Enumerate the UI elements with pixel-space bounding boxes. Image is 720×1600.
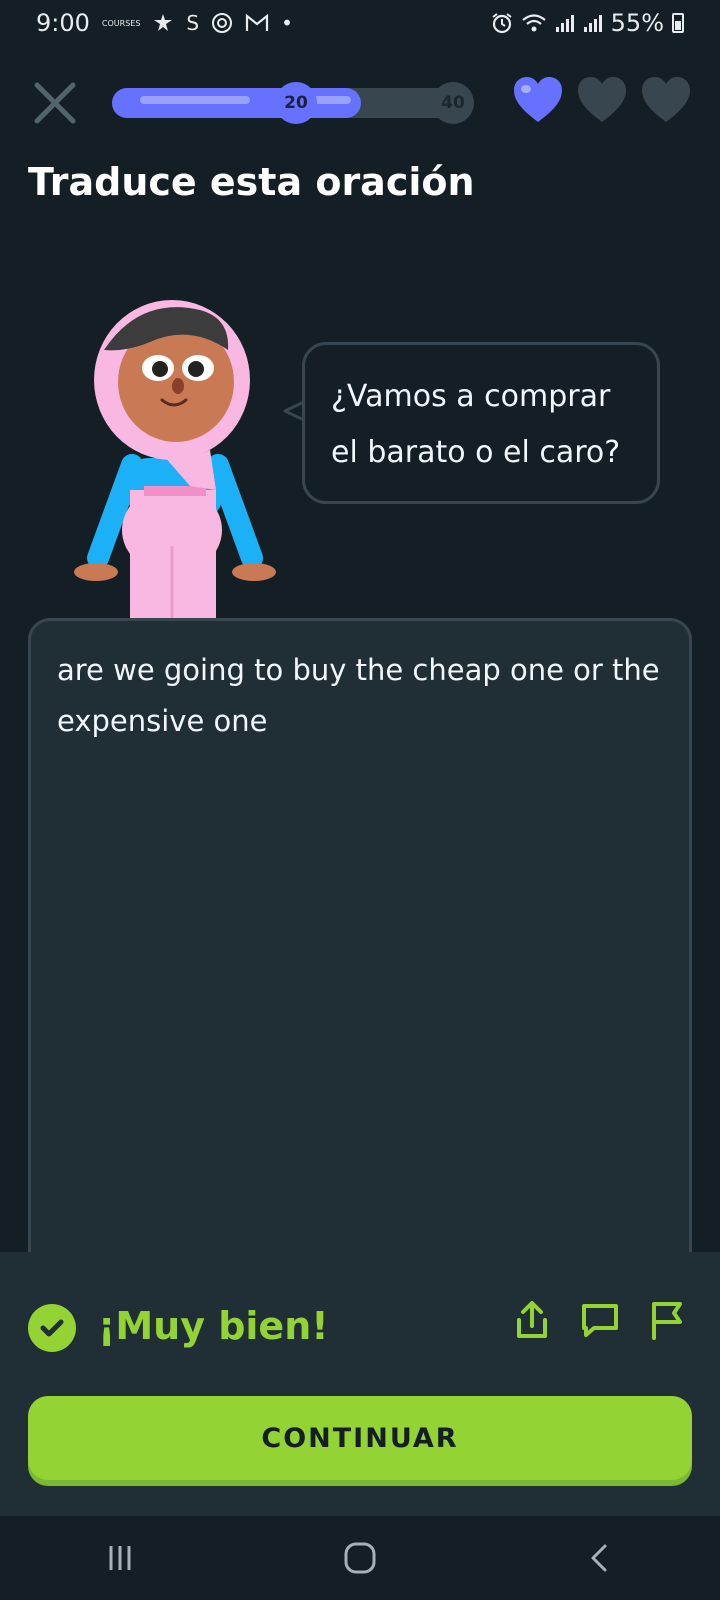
character-illustration — [74, 300, 276, 620]
answer-text-area[interactable]: are we going to buy the cheap one or the… — [28, 618, 692, 1318]
signal-icon — [555, 11, 575, 35]
prompt-text-line: ¿Vamos a comprar — [331, 379, 611, 414]
back-button[interactable] — [560, 1528, 640, 1588]
gmail-icon — [245, 11, 269, 35]
share-button[interactable] — [510, 1298, 554, 1342]
heart-empty-icon — [642, 77, 690, 122]
discuss-button[interactable] — [578, 1298, 622, 1342]
status-time: 9:00 — [36, 9, 90, 37]
flag-icon — [652, 1302, 682, 1340]
chat-icon — [582, 1304, 618, 1337]
home-button[interactable] — [320, 1528, 400, 1588]
status-bar: 9:00 COURSES S • 55% — [0, 0, 720, 46]
check-icon — [28, 1304, 76, 1352]
prompt-text-line: el barato o el caro? — [331, 435, 621, 470]
lesson-header: 20 40 — [0, 72, 720, 132]
answer-text: are we going to buy the cheap one or the… — [57, 653, 660, 738]
battery-icon — [672, 13, 684, 33]
milestone-badge: 40 — [432, 82, 474, 124]
alarm-icon — [491, 11, 513, 35]
signal-icon — [583, 11, 603, 35]
hearts-indicator — [512, 76, 692, 124]
feedback-title: ¡Muy bien! — [98, 1304, 329, 1348]
close-lesson-button[interactable] — [30, 78, 80, 128]
report-button[interactable] — [646, 1298, 690, 1342]
s-icon: S — [186, 11, 200, 35]
status-right: 55% — [491, 9, 684, 37]
system-nav-bar — [0, 1516, 720, 1600]
status-left: 9:00 COURSES S • — [36, 9, 293, 37]
heart-filled-icon — [514, 77, 562, 122]
close-icon — [34, 82, 76, 124]
recent-apps-button[interactable] — [80, 1528, 160, 1588]
back-icon — [591, 1544, 607, 1572]
lesson-progress-bar: 20 40 — [112, 82, 474, 124]
wifi-icon — [521, 11, 547, 35]
swirl-icon — [211, 11, 233, 35]
home-icon — [344, 1542, 376, 1574]
heart-empty-icon — [578, 77, 626, 122]
courses-icon: COURSES — [101, 18, 141, 28]
feedback-panel: ¡Muy bien! CONTINUAR — [0, 1252, 720, 1516]
exercise-title: Traduce esta oración — [28, 160, 475, 204]
progress-shine — [140, 96, 250, 104]
continue-button[interactable]: CONTINUAR — [28, 1396, 692, 1480]
milestone-badge: 20 — [275, 82, 317, 124]
prompt-speech-bubble: ¿Vamos a comprar el barato o el caro? — [302, 342, 660, 504]
recent-apps-icon — [109, 1546, 131, 1570]
slack-icon — [152, 11, 174, 35]
battery-percent: 55% — [610, 9, 664, 37]
notification-dot-icon: • — [281, 11, 293, 35]
share-icon — [517, 1301, 547, 1338]
